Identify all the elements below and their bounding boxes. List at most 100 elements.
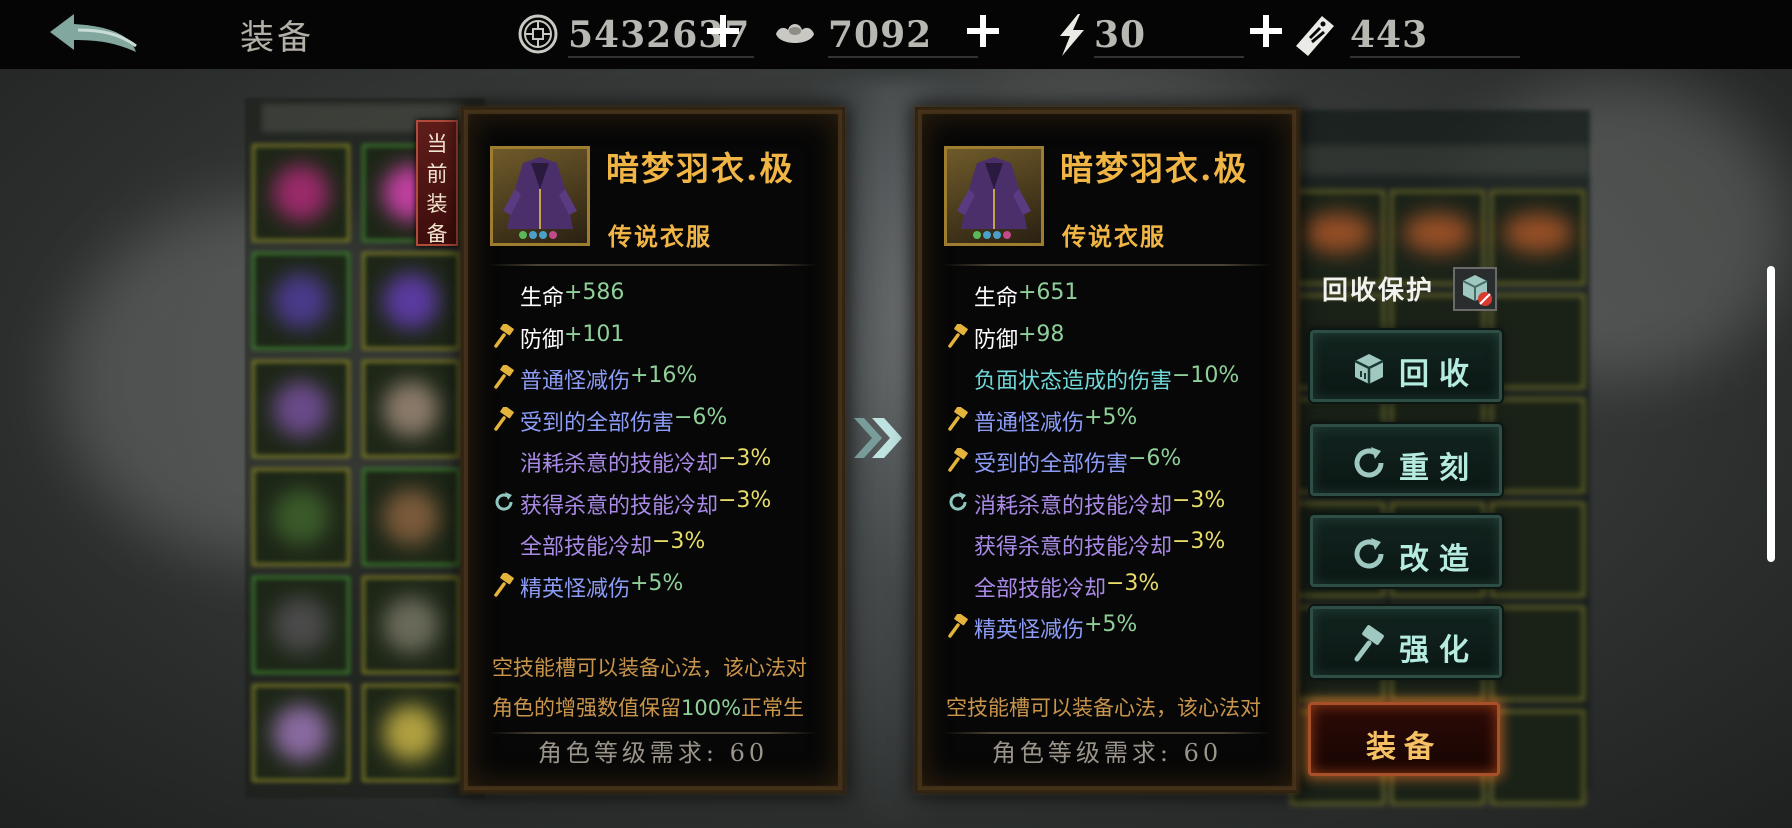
stat-name: 全部技能冷却 — [520, 535, 653, 560]
stat-name: 消耗杀意的技能冷却 — [974, 493, 1173, 519]
compare-inventory-tabs — [1290, 145, 1590, 175]
hammer-icon — [492, 322, 516, 348]
add-ingots-plus-icon[interactable] — [962, 10, 1004, 52]
stat-name: 普通怪减伤 — [974, 410, 1085, 436]
tag-char: 前 — [426, 162, 448, 186]
silver-ingot-icon — [776, 24, 814, 43]
tickets-value: 443 — [1350, 14, 1429, 56]
stat-value: −6% — [1128, 446, 1182, 471]
equipment-rarity: 传说衣服 — [608, 222, 712, 251]
stat-value: −3% — [1172, 529, 1226, 554]
level-requirement: 角色等级需求: 60 — [537, 739, 769, 767]
stat-value: +651 — [1018, 280, 1079, 305]
inventory-slot[interactable] — [252, 360, 350, 458]
lightning-icon — [1060, 14, 1084, 56]
scrollbar[interactable] — [1767, 266, 1775, 562]
coins-counter: 5432637 — [516, 8, 754, 60]
stat-name: 生命 — [520, 286, 565, 311]
add-coins-plus-icon[interactable] — [702, 10, 744, 52]
stat-name: 生命 — [974, 286, 1019, 311]
hammer-icon — [492, 571, 516, 597]
recycle-protect-toggle-icon[interactable] — [1453, 267, 1497, 311]
stat-value: −3% — [718, 487, 772, 513]
ticket-icon — [1296, 16, 1334, 56]
equipment-robe-icon — [490, 146, 590, 246]
stat-name: 受到的全部伤害 — [520, 410, 675, 436]
refresh-icon — [492, 490, 516, 514]
modify-label: 改造 — [1399, 542, 1479, 577]
compare-inventory-slot[interactable] — [1490, 294, 1585, 389]
inventory-slot[interactable] — [362, 252, 460, 350]
stat-value: +98 — [1018, 321, 1065, 347]
stat-name: 精英怪减伤 — [974, 618, 1085, 643]
stat-value: −3% — [1172, 487, 1226, 513]
description-highlight: 100% — [681, 696, 742, 720]
inventory-slot[interactable] — [252, 144, 350, 242]
refresh-icon — [1354, 538, 1384, 569]
stat-value: −3% — [652, 529, 706, 554]
equipment-description: 空技能槽可以装备心法，该心法对 — [492, 652, 807, 682]
enhance-label: 强化 — [1399, 633, 1479, 668]
compare-arrow-icon — [854, 418, 902, 458]
back-arrow-icon[interactable] — [44, 8, 144, 60]
compare-inventory-slot[interactable] — [1490, 398, 1585, 493]
reforge-button[interactable]: 重刻 — [1310, 424, 1502, 496]
equipment-description: 角色的增强数值保留100%正常生 — [492, 692, 804, 722]
inventory-slot[interactable] — [252, 576, 350, 674]
stat-name: 消耗杀意的技能冷却 — [520, 452, 719, 477]
hammer-icon — [946, 322, 970, 348]
refresh-icon — [1354, 447, 1384, 478]
compare-inventory-slot[interactable] — [1490, 190, 1585, 285]
inventory-slot[interactable] — [252, 468, 350, 566]
description-line: 空技能槽可以装备心法，该心法对 — [946, 696, 1261, 720]
equipment-rarity: 传说衣服 — [1062, 222, 1166, 251]
inventory-slot[interactable] — [252, 252, 350, 350]
reforge-label: 重刻 — [1399, 451, 1479, 486]
inventory-slot[interactable] — [362, 360, 460, 458]
ingots-value: 7092 — [828, 14, 933, 56]
hammer-icon — [492, 405, 516, 431]
page-title: 装备 — [240, 18, 314, 58]
stat-value: +5% — [1084, 612, 1138, 637]
top-bar: 装备 5432637 7092 30 443 — [0, 0, 1792, 69]
recycle-box-icon — [1354, 354, 1384, 384]
tag-char: 装 — [426, 192, 448, 216]
equip-button[interactable]: 装备 — [1308, 702, 1500, 776]
equipment-robe-icon — [944, 146, 1044, 246]
inventory-slot[interactable] — [252, 684, 350, 782]
add-energy-plus-icon[interactable] — [1245, 10, 1287, 52]
equipment-description: 空技能槽可以装备心法，该心法对 — [946, 692, 1261, 722]
stat-name: 防御 — [520, 327, 565, 353]
description-line: 角色的增强数值保留 — [492, 696, 681, 720]
stat-value: −3% — [1106, 570, 1160, 596]
stat-name: 全部技能冷却 — [974, 576, 1107, 602]
stat-name: 精英怪减伤 — [520, 576, 631, 602]
enhance-button[interactable]: 强化 — [1310, 606, 1502, 678]
stat-name: 受到的全部伤害 — [974, 452, 1129, 477]
stat-value: −6% — [674, 404, 728, 430]
recycle-label: 回收 — [1399, 357, 1479, 392]
description-line: 空技能槽可以装备心法，该心法对 — [492, 656, 807, 680]
stat-name: 负面状态造成的伤害 — [974, 369, 1173, 394]
equipment-name: 暗梦羽衣.极 — [1060, 149, 1249, 188]
stat-value: −10% — [1172, 363, 1240, 388]
new-equipment-card: 暗梦羽衣.极 传说衣服 生命 +651 防御 +98 负面状态造成的伤害 −10% 普通怪减… — [918, 110, 1296, 790]
stat-value: +101 — [564, 321, 625, 347]
description-line: 正常生 — [741, 696, 805, 720]
recycle-button[interactable]: 回收 — [1310, 330, 1502, 402]
modify-button[interactable]: 改造 — [1310, 515, 1502, 587]
current-equipment-card: 暗梦羽衣.极 传说衣服 生命 +586 防御 +101 普通怪减伤 +16% 受到的全部伤害… — [464, 110, 842, 790]
stat-name: 获得杀意的技能冷却 — [520, 493, 719, 519]
tickets-counter: 443 — [1292, 8, 1532, 60]
compare-inventory-slot[interactable] — [1490, 606, 1585, 701]
inventory-slot[interactable] — [362, 468, 460, 566]
level-requirement: 角色等级需求: 60 — [991, 739, 1223, 767]
stat-name: 普通怪减伤 — [520, 369, 631, 394]
compare-inventory-slot[interactable] — [1490, 710, 1585, 805]
copper-coin-icon — [518, 14, 558, 54]
tag-char: 当 — [426, 132, 448, 156]
recycle-protect-label: 回收保护 — [1322, 276, 1435, 306]
compare-inventory-slot[interactable] — [1490, 502, 1585, 597]
inventory-slot[interactable] — [362, 576, 460, 674]
inventory-slot[interactable] — [362, 684, 460, 782]
